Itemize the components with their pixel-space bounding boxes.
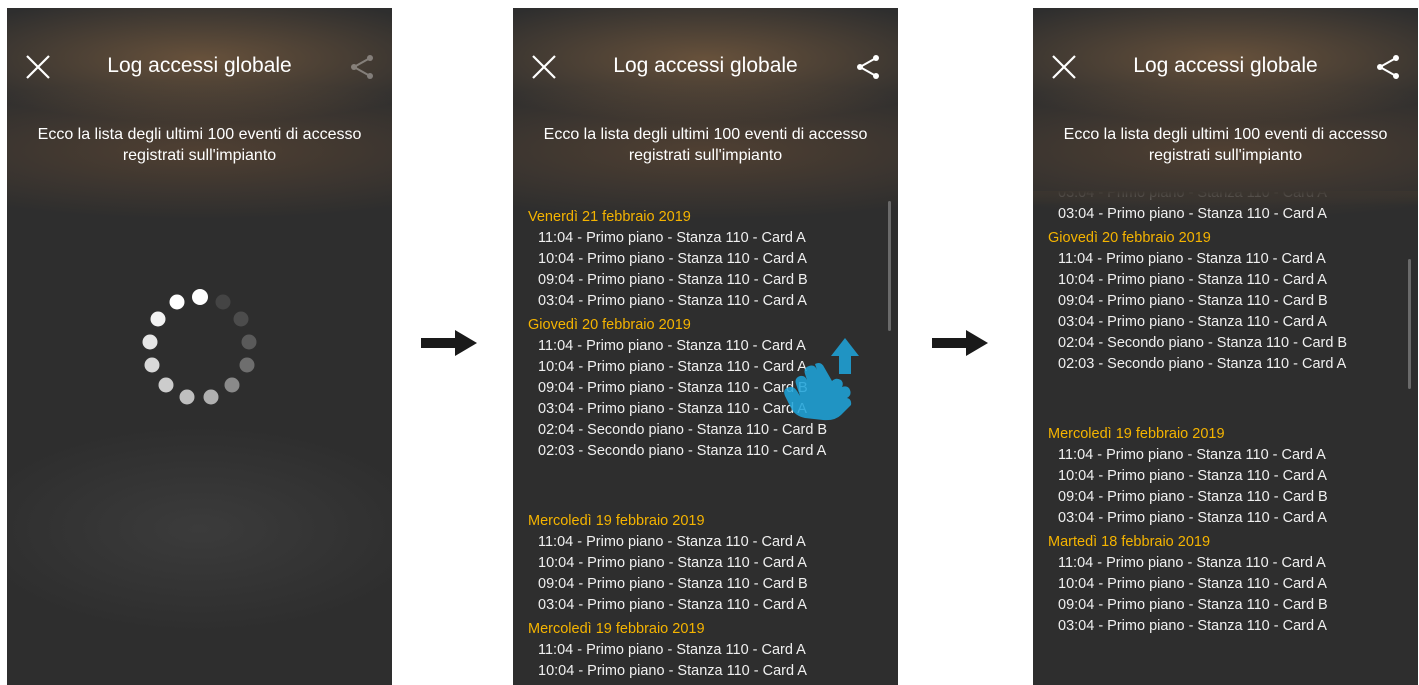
day-group: Giovedì 20 febbraio 2019 11:04 - Primo p… (1048, 228, 1418, 375)
log-entry: 11:04 - Primo piano - Stanza 110 - Card … (538, 642, 806, 658)
log-entry: 02:03 - Secondo piano - Stanza 110 - Car… (538, 443, 827, 459)
swipe-up-hand-icon (784, 338, 859, 421)
log-entry: 11:04 - Primo piano - Stanza 110 - Card … (1058, 447, 1326, 463)
day-group: Martedì 18 febbraio 2019 11:04 - Primo p… (1048, 532, 1418, 637)
page-subtitle: Ecco la lista degli ultimi 100 eventi di… (543, 126, 868, 164)
day-title: Martedì 18 febbraio 2019 (1048, 534, 1211, 550)
background-fade (7, 425, 392, 685)
loading-spinner-icon (142, 289, 257, 405)
log-entry: 09:04 - Primo piano - Stanza 110 - Card … (1058, 489, 1328, 505)
scrollbar[interactable] (888, 201, 891, 331)
day-title: Venerdì 21 febbraio 2019 (528, 209, 691, 225)
log-entry: 11:04 - Primo piano - Stanza 110 - Card … (1058, 251, 1326, 267)
log-entry: 02:04 - Secondo piano - Stanza 110 - Car… (1058, 335, 1348, 351)
app-header: Log accessi globale (1033, 50, 1418, 86)
day-title: Giovedì 20 febbraio 2019 (528, 317, 691, 333)
log-entry: 03:04 - Primo piano - Stanza 110 - Card … (1058, 314, 1327, 330)
log-entry: 10:04 - Primo piano - Stanza 110 - Card … (538, 663, 807, 679)
log-entry: 03:04 - Primo piano - Stanza 110 - Card … (1058, 618, 1327, 634)
page-title: Log accessi globale (613, 54, 798, 77)
log-entry: 10:04 - Primo piano - Stanza 110 - Card … (1058, 468, 1327, 484)
day-title: Mercoledì 19 febbraio 2019 (1048, 426, 1225, 442)
log-entry: 11:04 - Primo piano - Stanza 110 - Card … (538, 230, 806, 246)
share-icon[interactable] (854, 53, 882, 81)
log-entry: 03:04 - Primo piano - Stanza 110 - Card … (538, 597, 807, 613)
log-entry: 03:04 - Primo piano - Stanza 110 - Card … (538, 293, 807, 309)
header-glow (7, 8, 392, 238)
access-log-list[interactable]: Venerdì 21 febbraio 2019 11:04 - Primo p… (513, 207, 898, 685)
log-entry: 09:04 - Primo piano - Stanza 110 - Card … (538, 576, 808, 592)
page-title: Log accessi globale (1133, 54, 1318, 77)
app-header: Log accessi globale (513, 50, 898, 86)
log-entry: 03:04 - Primo piano - Stanza 110 - Card … (1058, 206, 1327, 222)
day-group: Venerdì 21 febbraio 2019 11:04 - Primo p… (528, 207, 898, 312)
access-log-list[interactable]: 03:04 - Primo piano - Stanza 110 - Card … (1033, 191, 1418, 685)
page-title: Log accessi globale (107, 54, 292, 77)
day-title: Mercoledì 19 febbraio 2019 (528, 621, 705, 637)
log-entry: 11:04 - Primo piano - Stanza 110 - Card … (1058, 555, 1326, 571)
day-title: Mercoledì 19 febbraio 2019 (528, 513, 705, 529)
day-group: Mercoledì 19 febbraio 2019 11:04 - Primo… (528, 511, 898, 616)
right-arrow-icon (932, 330, 988, 356)
log-entry: 09:04 - Primo piano - Stanza 110 - Card … (1058, 293, 1328, 309)
day-title: Giovedì 20 febbraio 2019 (1048, 230, 1211, 246)
screenshot-stage: Log accessi globale Ecco la lista degli … (0, 0, 1419, 685)
right-arrow-icon (421, 330, 477, 356)
log-entry: 02:03 - Secondo piano - Stanza 110 - Car… (1058, 356, 1347, 372)
log-entry: 10:04 - Primo piano - Stanza 110 - Card … (538, 555, 807, 571)
log-entry: 09:04 - Primo piano - Stanza 110 - Card … (538, 272, 808, 288)
phone-screen-list: Log accessi globale Ecco la lista degli … (513, 8, 898, 685)
day-group: Mercoledì 19 febbraio 2019 11:04 - Primo… (1048, 424, 1418, 529)
log-entry: 03:04 - Primo piano - Stanza 110 - Card … (1058, 510, 1327, 526)
share-icon (351, 55, 373, 79)
phone-screen-list-scrolled: Log accessi globale Ecco la lista degli … (1033, 8, 1418, 685)
share-icon[interactable] (1374, 53, 1402, 81)
day-group: Mercoledì 19 febbraio 2019 11:04 - Primo… (528, 619, 898, 682)
page-subtitle: Ecco la lista degli ultimi 100 eventi di… (37, 126, 362, 164)
list-top-fade (1033, 191, 1418, 205)
log-entry: 10:04 - Primo piano - Stanza 110 - Card … (1058, 272, 1327, 288)
page-subtitle: Ecco la lista degli ultimi 100 eventi di… (1063, 126, 1388, 164)
app-header: Log accessi globale (7, 50, 392, 86)
header-glow (513, 8, 898, 238)
phone-screen-loading: Log accessi globale Ecco la lista degli … (7, 8, 392, 685)
log-entry: 11:04 - Primo piano - Stanza 110 - Card … (538, 534, 806, 550)
log-entry: 10:04 - Primo piano - Stanza 110 - Card … (538, 251, 807, 267)
scrollbar[interactable] (1408, 259, 1411, 389)
log-entry: 10:04 - Primo piano - Stanza 110 - Card … (1058, 576, 1327, 592)
log-entry: 09:04 - Primo piano - Stanza 110 - Card … (1058, 597, 1328, 613)
